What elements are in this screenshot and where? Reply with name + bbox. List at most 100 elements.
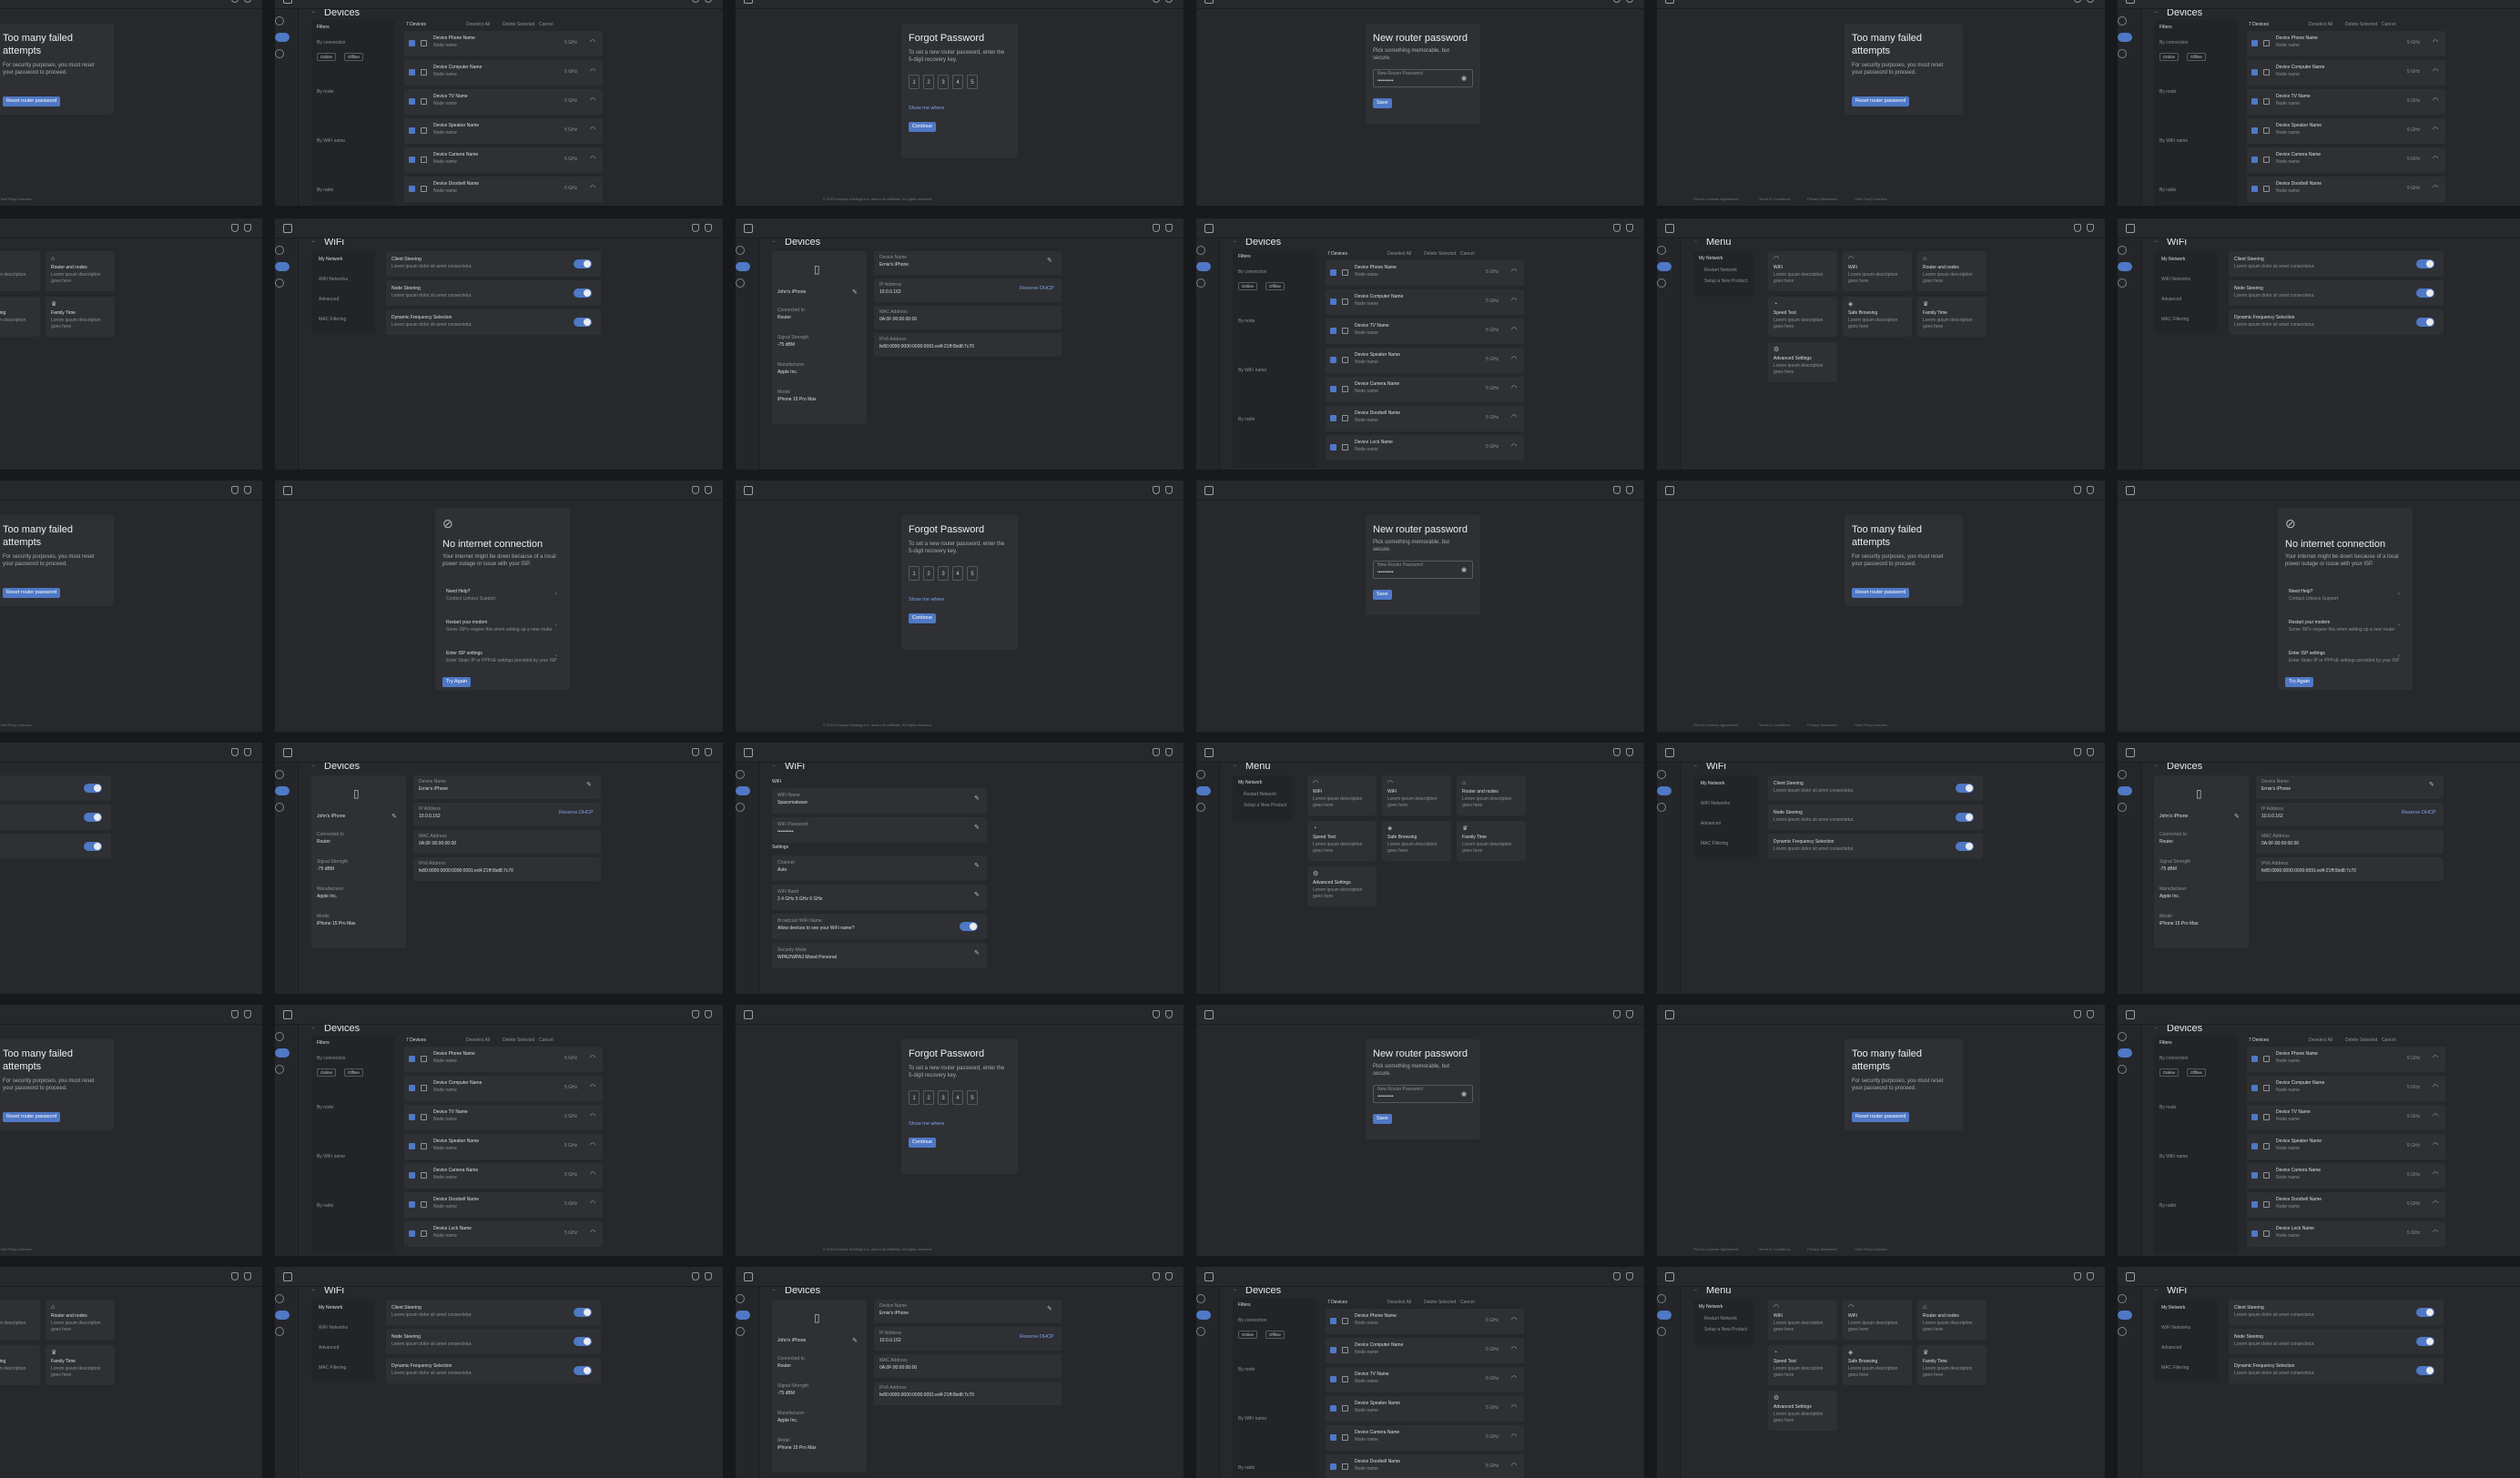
nav-history-icon[interactable] — [2118, 1065, 2127, 1074]
notification-bell-icon[interactable] — [692, 224, 699, 232]
wifi-side-item[interactable]: My Network — [2161, 257, 2216, 263]
back-arrow-icon[interactable]: ← — [2154, 763, 2159, 768]
menu-card[interactable]: ⚙ Advanced Settings Lorem ipsum descriptio… — [1768, 1391, 1837, 1431]
nav-history-icon[interactable] — [275, 278, 284, 288]
device-field-row[interactable]: IPv6 Address fe80:0000:0000:0000:0091:ed4… — [413, 857, 601, 881]
device-row[interactable]: Device Camera Name Node name 5 GHz ◠ — [2247, 1163, 2445, 1189]
nav-home-icon[interactable] — [275, 1032, 284, 1041]
edit-name-icon[interactable]: ✎ — [852, 1338, 858, 1344]
app-logo-icon[interactable] — [1204, 1272, 1214, 1281]
setting-toggle[interactable] — [574, 1308, 592, 1317]
menu-card[interactable]: ◠WiFiLorem ipsum description goes here — [1307, 775, 1377, 815]
recovery-digit-input[interactable]: 2 — [923, 1090, 934, 1105]
device-checkbox[interactable] — [1330, 1434, 1336, 1441]
device-checkbox[interactable] — [409, 1172, 415, 1179]
wifi-detail-row[interactable]: WiFi Password •••••••••• ✎ — [772, 817, 987, 843]
app-logo-icon[interactable] — [1204, 748, 1214, 757]
filter-chip[interactable]: Offline — [1265, 282, 1285, 290]
nav-history-icon[interactable] — [736, 803, 745, 812]
menu-card[interactable]: ♛ Family Time Lorem ipsum description goes… — [46, 297, 115, 337]
device-field-row[interactable]: Device Name Ernie's iPhone ✎ — [2256, 775, 2444, 799]
network-action-item[interactable]: Setup a New Product — [1704, 1327, 1750, 1333]
device-bulk-action[interactable]: Cancel — [2382, 22, 2396, 28]
edit-pencil-icon[interactable]: ✎ — [974, 825, 980, 831]
device-checkbox[interactable] — [1330, 386, 1336, 392]
nav-home-icon[interactable] — [1196, 246, 1205, 255]
wifi-side-item[interactable]: Advanced — [2161, 1345, 2216, 1351]
user-account-icon[interactable] — [1165, 0, 1173, 3]
nav-network-icon[interactable] — [736, 786, 750, 795]
device-field-row[interactable]: Device Name Ernie's iPhone ✎ — [874, 251, 1062, 275]
device-bulk-action[interactable]: Delete Selected — [503, 1038, 534, 1044]
device-row[interactable]: Device Speaker Name Node name 5 GHz ◠ — [2247, 118, 2445, 144]
filter-chip[interactable]: Online — [317, 53, 337, 61]
device-checkbox[interactable] — [2251, 1172, 2258, 1179]
device-checkbox[interactable] — [1330, 1405, 1336, 1412]
device-row[interactable]: Device TV Name Node name 5 GHz ◠ — [404, 89, 603, 115]
nav-network-icon[interactable] — [1657, 786, 1672, 795]
recovery-digit-input[interactable]: 5 — [967, 566, 978, 581]
menu-card[interactable]: ◈Safe BrowsingLorem ipsum description go… — [1382, 821, 1451, 861]
network-action-item[interactable]: Restart Network — [1704, 1316, 1750, 1322]
nav-history-icon[interactable] — [275, 1327, 284, 1336]
menu-card[interactable]: ◠WiFiLorem ipsum description goes here — [1768, 251, 1837, 291]
recovery-digit-input[interactable]: 3 — [938, 75, 949, 89]
wifi-side-item[interactable]: MAC Filtering — [319, 1365, 373, 1372]
reset-password-button[interactable]: Reset router password — [3, 588, 61, 598]
device-bulk-action[interactable]: Cancel — [539, 22, 554, 28]
device-field-row[interactable]: IP Address 10.0.0.162 Reserve DHCP — [874, 278, 1062, 302]
setting-toggle[interactable] — [2416, 318, 2434, 327]
device-row[interactable]: Device Camera Name Node name 5 GHz ◠ — [404, 1163, 603, 1189]
nav-network-icon[interactable] — [2118, 786, 2132, 795]
device-checkbox[interactable] — [1330, 328, 1336, 334]
device-row[interactable]: Device Speaker Name Node name 5 GHz ◠ — [1326, 348, 1524, 373]
footer-link[interactable]: Privacy Statement — [1807, 197, 1836, 201]
user-account-icon[interactable] — [2087, 486, 2094, 494]
app-logo-icon[interactable] — [744, 748, 753, 757]
device-checkbox[interactable] — [409, 98, 415, 105]
device-row[interactable]: Device Doorbell Name Node name 5 GHz ◠ — [1326, 406, 1524, 431]
device-row[interactable]: Device Speaker Name Node name 5 GHz ◠ — [2247, 1134, 2445, 1159]
notification-bell-icon[interactable] — [2074, 486, 2081, 494]
eye-icon[interactable]: ◉ — [1461, 567, 1467, 573]
footer-link[interactable]: Terms & Conditions — [1759, 1247, 1791, 1251]
menu-card[interactable]: ♛ Family Time Lorem ipsum description goes… — [46, 1345, 115, 1385]
device-checkbox[interactable] — [1330, 1463, 1336, 1470]
menu-card[interactable]: ◠WiFiLorem ipsum description goes here — [1843, 1300, 1912, 1340]
back-arrow-icon[interactable]: ← — [311, 9, 317, 15]
edit-pencil-icon[interactable]: ✎ — [974, 892, 980, 898]
user-account-icon[interactable] — [2087, 1272, 2094, 1281]
app-logo-icon[interactable] — [744, 0, 753, 4]
device-checkbox[interactable] — [409, 186, 415, 192]
show-me-where-link[interactable]: Show me where — [909, 106, 944, 111]
notification-bell-icon[interactable] — [1613, 1010, 1621, 1018]
back-arrow-icon[interactable]: ← — [772, 763, 777, 768]
wifi-side-item[interactable]: MAC Filtering — [2161, 317, 2216, 323]
app-logo-icon[interactable] — [1204, 486, 1214, 495]
device-bulk-action[interactable]: Delete Selected — [503, 22, 534, 28]
save-button[interactable]: Save — [1373, 98, 1392, 108]
troubleshoot-item[interactable]: Need Help? Contact Linksys Support › — [2283, 584, 2407, 610]
notification-bell-icon[interactable] — [1613, 224, 1621, 232]
setting-toggle[interactable] — [2416, 1337, 2434, 1346]
setting-toggle[interactable] — [574, 1337, 592, 1346]
continue-button[interactable]: Continue — [909, 122, 937, 132]
filter-chip[interactable]: Online — [2159, 53, 2180, 61]
menu-card[interactable]: ◈Safe BrowsingLorem ipsum description go… — [0, 297, 40, 337]
user-account-icon[interactable] — [1165, 224, 1173, 232]
recovery-digit-input[interactable]: 2 — [923, 566, 934, 581]
back-arrow-icon[interactable]: ← — [1233, 1287, 1238, 1292]
nav-network-icon[interactable] — [2118, 262, 2132, 271]
device-row[interactable]: Device Phone Name Node name 5 GHz ◠ — [1326, 260, 1524, 286]
notification-bell-icon[interactable] — [1153, 224, 1160, 232]
notification-bell-icon[interactable] — [692, 1272, 699, 1281]
device-row[interactable]: Device Phone Name Node name 5 GHz ◠ — [2247, 1047, 2445, 1072]
try-again-button[interactable]: Try Again — [2285, 677, 2314, 687]
nav-network-icon[interactable] — [275, 786, 290, 795]
app-logo-icon[interactable] — [744, 1272, 753, 1281]
edit-device-name-icon[interactable]: ✎ — [2429, 782, 2434, 788]
device-row[interactable]: Device Phone Name Node name 5 GHz ◠ — [404, 31, 603, 56]
device-field-row[interactable]: Device Name Ernie's iPhone ✎ — [874, 1300, 1062, 1323]
user-account-icon[interactable] — [2087, 224, 2094, 232]
nav-network-icon[interactable] — [736, 1311, 750, 1320]
